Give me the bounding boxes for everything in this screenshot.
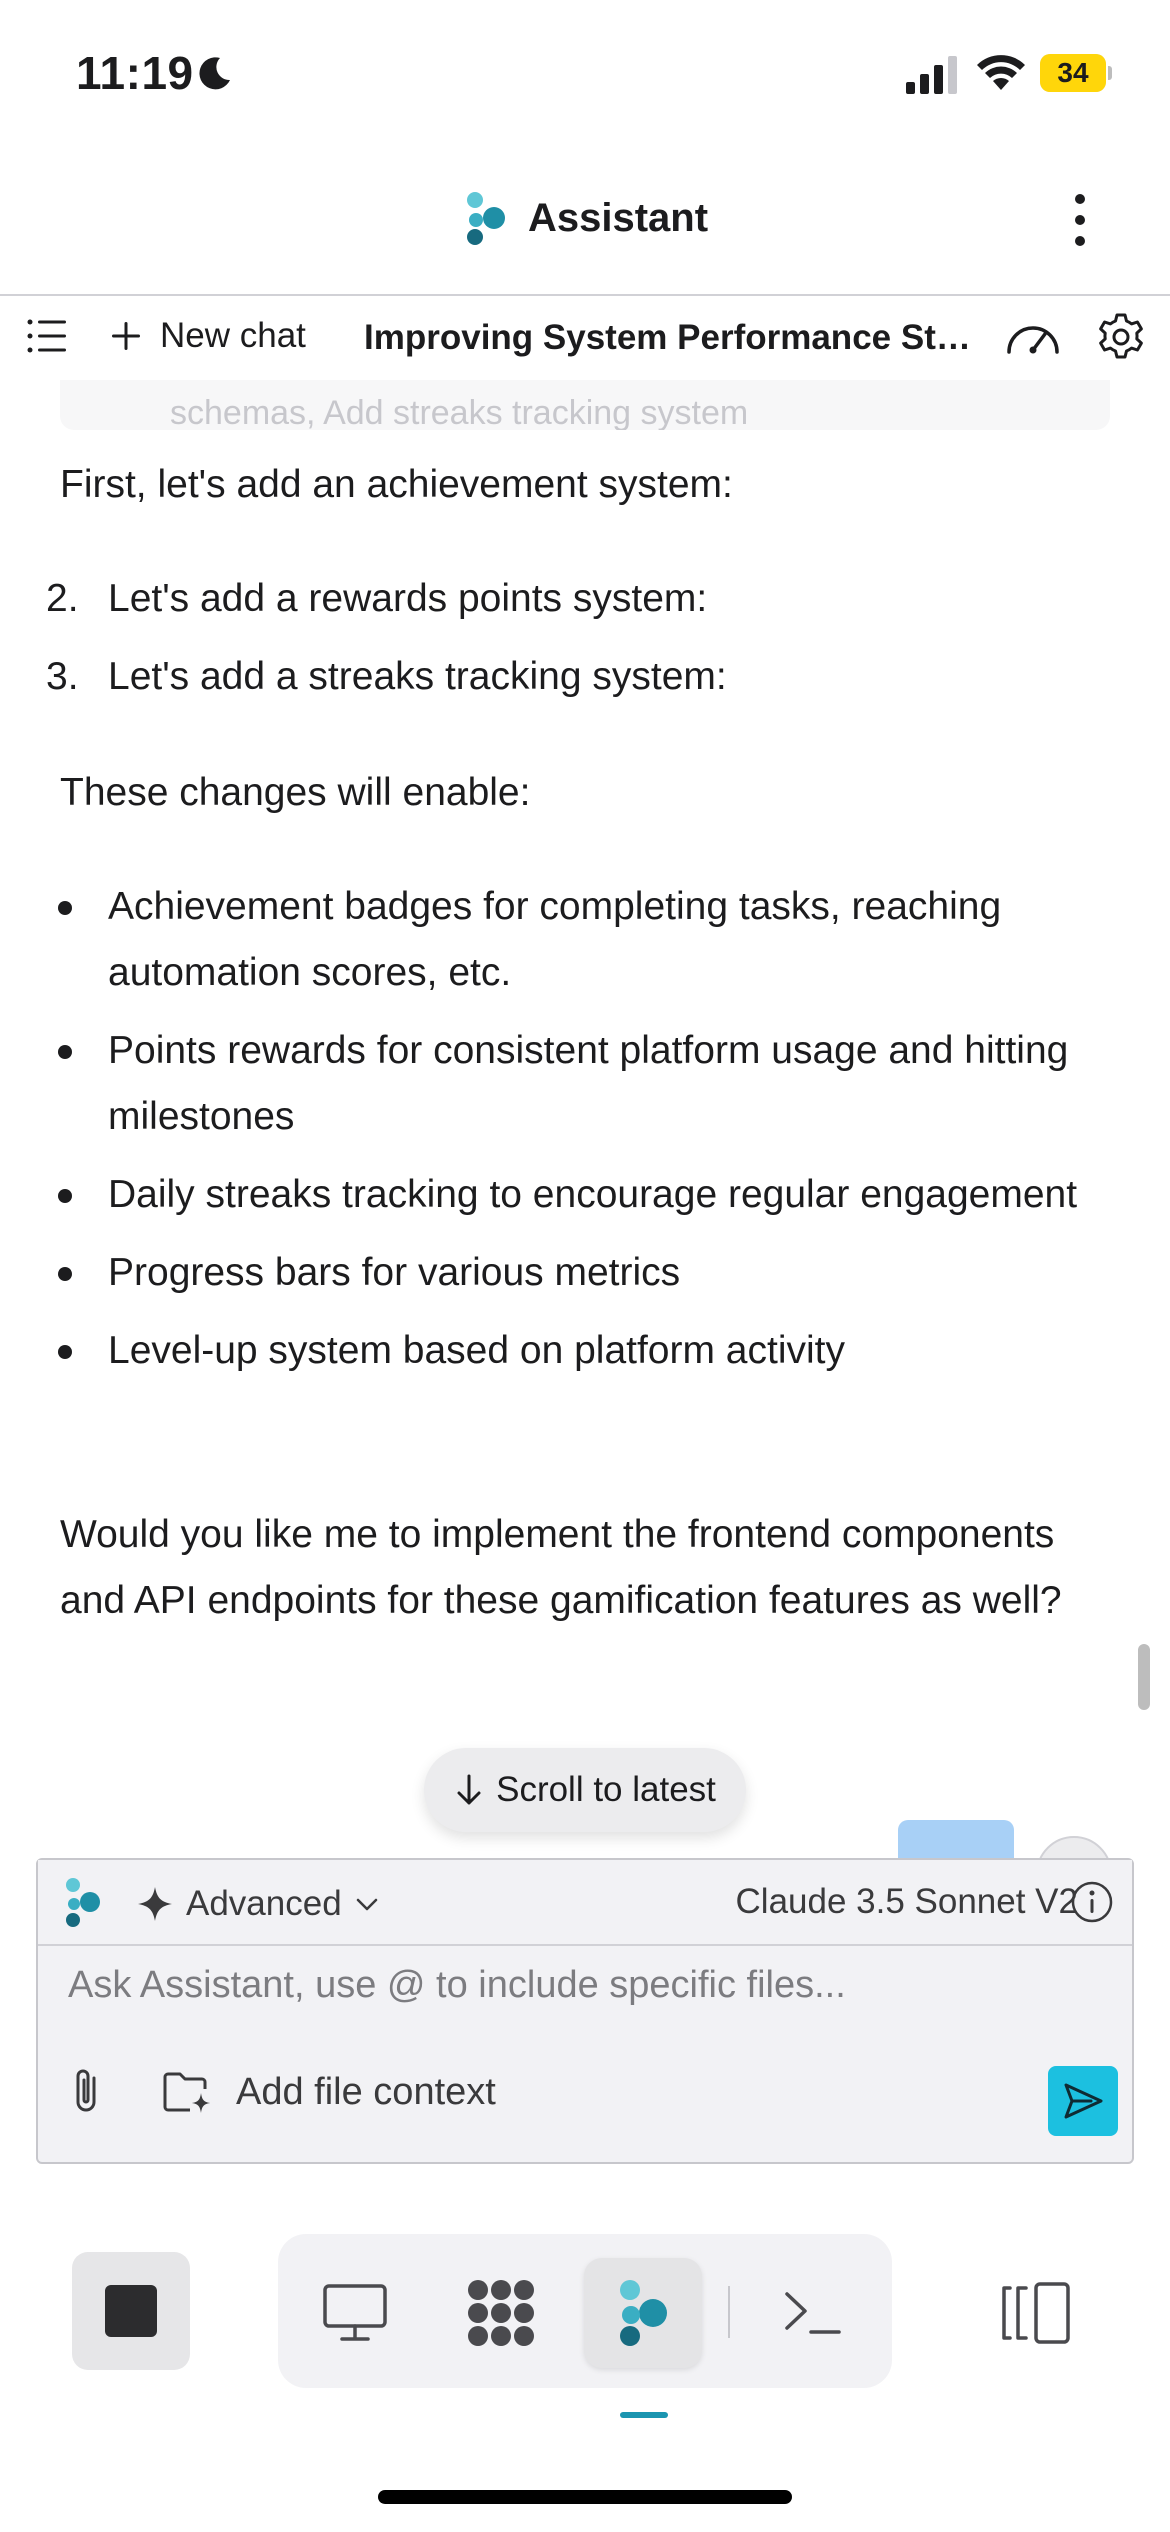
moon-icon xyxy=(199,57,230,90)
bullet-list-item: Points rewards for consistent platform u… xyxy=(0,1018,1170,1150)
assistant-icon xyxy=(620,2280,667,2346)
collapsed-summary-text: schemas, Add streaks tracking system xyxy=(170,394,749,430)
battery-percent: 34 xyxy=(1057,57,1089,88)
mode-label: Advanced xyxy=(186,1884,342,1923)
send-icon xyxy=(1064,2083,1103,2119)
composer-header: Advanced Claude 3.5 Sonnet V2 xyxy=(38,1860,1132,1946)
cellular-signal-icon xyxy=(906,56,957,94)
send-button[interactable] xyxy=(1048,2066,1118,2136)
bullet-list-item: Daily streaks tracking to encourage regu… xyxy=(0,1162,1170,1228)
bullet-text: Points rewards for consistent platform u… xyxy=(108,1029,1069,1138)
message-paragraph-enable: These changes will enable: xyxy=(60,771,531,814)
bullet-text: Achievement badges for completing tasks,… xyxy=(108,885,1002,994)
dock-item-terminal[interactable] xyxy=(754,2258,872,2368)
bullet-list: Achievement badges for completing tasks,… xyxy=(0,874,1170,1396)
bullet-dot xyxy=(58,1189,72,1203)
dock-item-desktop[interactable] xyxy=(296,2258,414,2368)
chat-composer: Advanced Claude 3.5 Sonnet V2 Add file c… xyxy=(36,1858,1134,2164)
bottom-dock xyxy=(278,2234,892,2388)
paperclip-icon[interactable] xyxy=(66,2066,110,2118)
status-bar: 11:19 34 xyxy=(0,0,1170,140)
chat-list-icon[interactable] xyxy=(26,316,68,356)
app-header: Assistant xyxy=(0,160,1170,294)
list-number: 2. xyxy=(46,577,79,620)
arrow-down-icon xyxy=(457,1774,481,1805)
new-chat-button[interactable]: New chat xyxy=(110,312,306,360)
bullet-dot xyxy=(58,1045,72,1059)
plus-icon xyxy=(112,322,140,350)
folder-sparkle-icon xyxy=(163,2072,210,2113)
chat-toolbar: New chat Improving System Performance St… xyxy=(0,296,1170,380)
list-item-text: Let's add a rewards points system: xyxy=(108,577,708,620)
message-input[interactable] xyxy=(68,1964,1108,2007)
add-file-context-label: Add file context xyxy=(236,2070,496,2113)
partially-hidden-button xyxy=(898,1820,1014,1860)
bullet-text: Daily streaks tracking to encourage regu… xyxy=(108,1173,1078,1216)
performance-gauge-icon[interactable] xyxy=(1004,318,1062,358)
assistant-logo-icon xyxy=(66,1878,100,1927)
new-chat-label: New chat xyxy=(160,316,306,355)
numbered-list-item: 3. Let's add a streaks tracking system: xyxy=(0,644,1170,710)
dock-separator xyxy=(728,2286,730,2338)
message-paragraph-intro: First, let's add an achievement system: xyxy=(60,463,733,506)
active-tab-indicator xyxy=(620,2412,668,2418)
scroll-to-latest-button[interactable]: Scroll to latest xyxy=(424,1748,746,1832)
bullet-list-item: Progress bars for various metrics xyxy=(0,1240,1170,1306)
app-title: Assistant xyxy=(528,196,709,240)
desktop-icon xyxy=(323,2284,387,2341)
message-paragraph-question: Would you like me to implement the front… xyxy=(60,1513,1062,1622)
stop-button[interactable] xyxy=(72,2252,190,2370)
scroll-to-latest-label: Scroll to latest xyxy=(496,1770,716,1809)
status-time: 11:19 xyxy=(76,47,194,99)
assistant-logo-icon xyxy=(467,192,505,245)
bullet-dot xyxy=(58,1345,72,1359)
mode-selector[interactable]: Advanced xyxy=(136,1880,380,1928)
stop-icon xyxy=(105,2285,157,2337)
sparkle-icon xyxy=(138,1887,172,1921)
dock-item-assistant[interactable] xyxy=(584,2258,702,2368)
model-selector[interactable]: Claude 3.5 Sonnet V2 xyxy=(698,1882,1078,1922)
scrollbar-thumb[interactable] xyxy=(1138,1644,1150,1710)
dock-item-apps[interactable] xyxy=(442,2258,560,2368)
wifi-icon xyxy=(977,55,1025,90)
gear-icon[interactable] xyxy=(1096,312,1146,362)
add-file-context-button[interactable]: Add file context xyxy=(162,2066,496,2118)
chat-title[interactable]: Improving System Performance Str... xyxy=(364,318,976,358)
numbered-list-item: 2. Let's add a rewards points system: xyxy=(0,566,1170,632)
bullet-text: Level-up system based on platform activi… xyxy=(108,1329,846,1372)
chevron-down-icon xyxy=(356,1898,377,1911)
split-panel-icon[interactable] xyxy=(998,2280,1072,2346)
list-item-text: Let's add a streaks tracking system: xyxy=(108,655,727,698)
bullet-list-item: Level-up system based on platform activi… xyxy=(0,1318,1170,1384)
more-options-button[interactable] xyxy=(1060,188,1100,252)
info-icon[interactable] xyxy=(1070,1880,1114,1924)
battery-indicator: 34 xyxy=(1040,54,1112,92)
list-number: 3. xyxy=(46,655,79,698)
apps-grid-icon xyxy=(468,2280,534,2346)
bullet-dot xyxy=(58,1267,72,1281)
home-indicator xyxy=(378,2490,792,2504)
bullet-dot xyxy=(58,901,72,915)
bullet-text: Progress bars for various metrics xyxy=(108,1251,681,1294)
bullet-list-item: Achievement badges for completing tasks,… xyxy=(0,874,1170,1006)
terminal-icon xyxy=(785,2292,841,2334)
